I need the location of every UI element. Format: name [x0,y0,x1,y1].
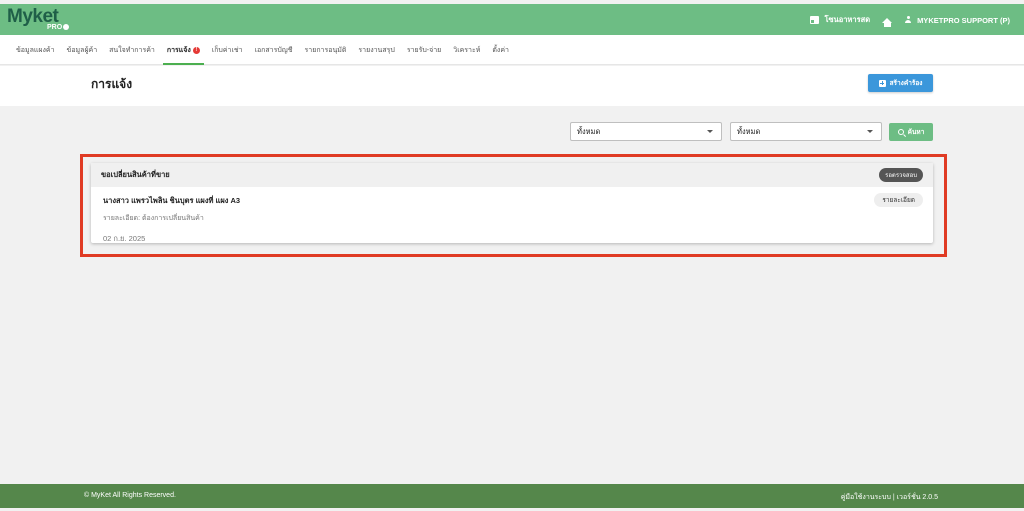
user-label: MYKETPRO SUPPORT (P) [917,15,1010,25]
top-bar: Myket PRO โซนอาหารสด MYKETPRO SUPPORT (P… [0,4,1024,35]
filter-select-2[interactable]: ทั้งหมด [730,122,882,141]
search-button[interactable]: ค้นหา [889,123,933,141]
home-icon [882,17,893,27]
tab-label: การแจ้ง [166,46,191,54]
tab-label: รายงานสรุป [358,46,395,54]
brand-dot-icon [63,24,70,31]
tab-label: รายการอนุมัติ [304,46,347,54]
store-icon [810,16,820,24]
request-card-body: นางสาว แพรวไพลิน ชินบุตร แผงที่ แผง A3 ร… [91,187,933,253]
nav-bar: ข้อมูลแผงค้า ข้อมูลผู้ค้า สนใจทำการค้า การแ… [0,35,1024,65]
footer-manual-link[interactable]: คู่มือใช้งานระบบ | เวอร์ชั่น 2.0.5 [841,492,938,503]
footer: © MyKet All Rights Reserved. คู่มือใช้งา… [0,484,1024,508]
page-header: การแจ้ง สร้างคำร้อง [0,66,1024,106]
tab-8[interactable]: รายรับ-จ่าย [401,35,447,65]
filter-select-1-value: ทั้งหมด [577,126,601,136]
store-zone-label: โซนอาหารสด [824,15,871,24]
tab-3[interactable]: การแจ้ง! [161,35,206,65]
request-title: ขอเปลี่ยนสินค้าที่ขาย [101,170,170,179]
detail-button[interactable]: รายละเอียด [874,193,923,207]
search-icon [897,129,904,135]
search-button-label: ค้นหา [907,129,925,136]
home-button[interactable] [882,17,893,27]
user-menu[interactable]: MYKETPRO SUPPORT (P) [904,16,1010,25]
brand-sub: PRO [47,24,70,31]
status-badge: รอตรวจสอบ [879,168,923,182]
top-right-menu: โซนอาหารสด MYKETPRO SUPPORT (P) [810,8,1010,32]
tab-7[interactable]: รายงานสรุป [352,35,400,65]
request-detail: รายละเอียด: ต้องการเปลี่ยนสินค้า [103,215,204,222]
nav-tabs: ข้อมูลแผงค้า ข้อมูลผู้ค้า สนใจทำการค้า การแ… [10,35,515,65]
tab-label: ตั้งค่า [492,46,509,54]
filter-select-2-value: ทั้งหมด [737,126,761,136]
tab-0[interactable]: ข้อมูลแผงค้า [10,35,61,65]
tab-9[interactable]: วิเคราะห์ [447,35,486,65]
tab-label: ข้อมูลผู้ค้า [66,46,98,54]
tab-label: ข้อมูลแผงค้า [16,46,55,54]
request-date: 02 ก.ย. 2025 [103,234,146,243]
user-icon [904,16,912,24]
create-request-button[interactable]: สร้างคำร้อง [868,74,933,92]
store-zone-link[interactable]: โซนอาหารสด [810,14,870,26]
chevron-down-icon [867,130,873,133]
request-card-header: ขอเปลี่ยนสินค้าที่ขาย รอตรวจสอบ [91,163,933,187]
tab-5[interactable]: เอกสารบัญชี [249,35,299,65]
tab-label: รายรับ-จ่าย [406,46,442,54]
page-title: การแจ้ง [91,77,133,91]
alert-badge-icon: ! [192,46,200,54]
tab-2[interactable]: สนใจทำการค้า [103,35,161,65]
tab-label: สนใจทำการค้า [109,46,155,54]
tab-label: เก็บค่าเช่า [211,46,243,54]
tab-label: วิเคราะห์ [453,46,481,54]
tab-10[interactable]: ตั้งค่า [486,35,515,65]
footer-copyright: © MyKet All Rights Reserved. [84,492,176,499]
customer-name: นางสาว แพรวไพลิน ชินบุตร แผงที่ แผง A3 [103,196,241,205]
tab-label: เอกสารบัญชี [254,46,293,54]
add-icon [878,79,886,87]
request-card[interactable]: ขอเปลี่ยนสินค้าที่ขาย รอตรวจสอบ นางสาว แ… [91,163,933,243]
tab-4[interactable]: เก็บค่าเช่า [206,35,249,65]
filter-select-1[interactable]: ทั้งหมด [570,122,722,141]
chevron-down-icon [707,130,713,133]
tab-1[interactable]: ข้อมูลผู้ค้า [61,35,104,65]
create-request-label: สร้างคำร้อง [889,80,923,87]
app-frame: Myket PRO โซนอาหารสด MYKETPRO SUPPORT (P… [0,0,1024,511]
brand-sub-label: PRO [47,24,63,31]
tab-6[interactable]: รายการอนุมัติ [299,35,353,65]
